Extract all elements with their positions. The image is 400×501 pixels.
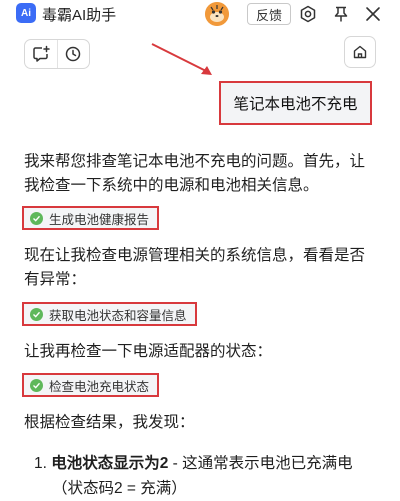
intro-line-1: 我来帮您排查笔记本电池不充电的问题。首先，让 <box>24 153 366 170</box>
finding-bold: 电池状态显示为2 <box>51 455 169 472</box>
app-title: 毒霸AI助手 <box>42 7 117 24</box>
avatar[interactable] <box>205 2 229 26</box>
app-logo-text: Ai <box>21 7 31 19</box>
result-text: 根据检查结果，我发现： <box>24 414 195 431</box>
list-item: 1. 电池状态显示为2 - 这通常表示电池已充满电 （状态码2 = 充满） <box>34 451 353 501</box>
check-icon <box>30 378 43 392</box>
finding-line-1: 1. 电池状态显示为2 - 这通常表示电池已充满电 <box>34 451 353 476</box>
home-button[interactable] <box>344 36 376 68</box>
check-icon <box>30 211 43 225</box>
pin-icon[interactable] <box>331 4 351 24</box>
finding-line-2: （状态码2 = 充满） <box>52 480 187 497</box>
tool-call-battery-report[interactable]: 生成电池健康报告 <box>22 206 160 230</box>
tool-call-label: 获取电池状态和容量信息 <box>49 308 187 323</box>
new-chat-button[interactable] <box>25 40 58 68</box>
home-icon <box>353 45 367 59</box>
finding-rest: - 这通常表示电池已充满电 <box>168 455 353 472</box>
tool-call-battery-status[interactable]: 获取电池状态和容量信息 <box>22 302 197 326</box>
new-chat-icon <box>33 45 50 62</box>
user-message: 笔记本电池不充电 <box>219 81 372 125</box>
power-line-1: 现在让我检查电源管理相关的系统信息，看看是否 <box>24 247 366 264</box>
tool-call-label: 检查电池充电状态 <box>49 379 150 394</box>
close-icon[interactable] <box>363 4 383 24</box>
power-text: 现在让我检查电源管理相关的系统信息，看看是否 有异常： <box>24 244 365 292</box>
feedback-button[interactable]: 反馈 <box>247 3 291 25</box>
tool-call-charging-status[interactable]: 检查电池充电状态 <box>22 373 160 397</box>
history-button[interactable] <box>58 40 90 68</box>
chat-tool-group <box>24 39 90 69</box>
adapter-text: 让我再检查一下电源适配器的状态： <box>24 343 273 360</box>
intro-line-2: 我检查一下系统中的电源和电池相关信息。 <box>24 177 319 194</box>
tiger-avatar-icon <box>205 2 229 26</box>
settings-icon[interactable] <box>298 4 318 24</box>
check-icon <box>30 307 43 321</box>
app-logo: Ai <box>16 3 36 23</box>
intro-text: 我来帮您排查笔记本电池不充电的问题。首先，让 我检查一下系统中的电源和电池相关信… <box>24 150 365 198</box>
power-line-2: 有异常： <box>24 271 87 288</box>
annotation-arrow <box>151 43 212 75</box>
tool-call-label: 生成电池健康报告 <box>49 212 150 227</box>
clock-icon <box>66 46 81 62</box>
title-bar: Ai 毒霸AI助手 反馈 <box>0 0 400 28</box>
list-number: 1. <box>34 455 47 472</box>
